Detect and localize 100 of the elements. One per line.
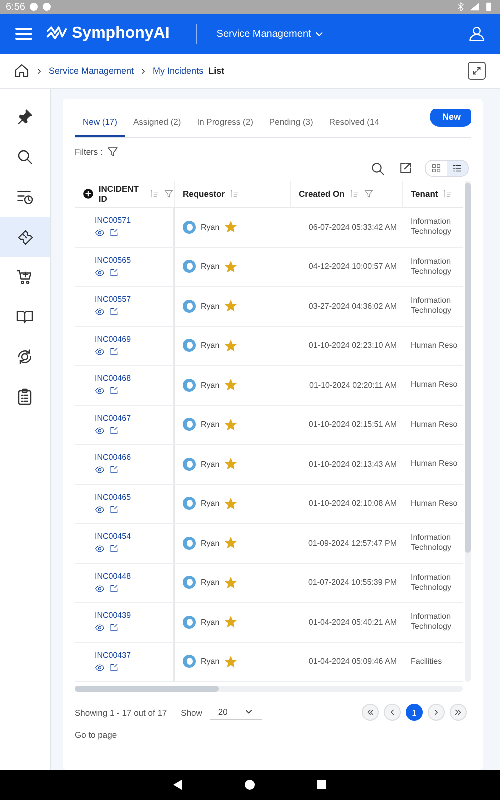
new-button[interactable]: New: [430, 109, 471, 127]
status-tab[interactable]: Pending (3): [261, 109, 322, 137]
requestor-name: Ryan: [201, 657, 220, 666]
incident-link[interactable]: INC00439: [95, 611, 132, 620]
page-button[interactable]: 1: [406, 704, 423, 721]
avatar: [183, 300, 196, 313]
edit-icon: [109, 544, 119, 554]
eye-icon: [95, 623, 105, 634]
book-icon: [16, 308, 34, 326]
star-icon[interactable]: [224, 340, 237, 352]
incident-link[interactable]: INC00469: [95, 334, 132, 344]
column-header[interactable]: Requestor: [175, 181, 291, 208]
tenant-name: Information Technology: [411, 217, 452, 238]
edit-icon: [109, 662, 119, 673]
tenant-name: Information Technology: [411, 256, 452, 277]
search-icon: [370, 160, 386, 176]
avatar: [183, 655, 196, 668]
avatar: [183, 458, 196, 471]
status-tab[interactable]: In Progress (2): [189, 109, 262, 137]
star-icon[interactable]: [224, 656, 237, 668]
requestor-name: Ryan: [201, 341, 220, 350]
expand-button[interactable]: [468, 62, 486, 80]
chevron-icon: [388, 708, 397, 717]
eye-icon: [95, 426, 105, 436]
tenant-name: Information Technology: [411, 612, 452, 632]
avatar: [183, 536, 196, 550]
status-tab[interactable]: Resolved (14: [321, 109, 388, 137]
incident-link[interactable]: INC00437: [95, 650, 132, 660]
incident-link[interactable]: INC00565: [95, 256, 132, 265]
star-icon[interactable]: [224, 498, 237, 510]
avatar: [183, 378, 196, 392]
incident-link[interactable]: INC00571: [95, 216, 132, 226]
incident-link[interactable]: INC00465: [95, 492, 132, 502]
edit-icon: [109, 307, 119, 318]
edit-icon: [109, 228, 119, 238]
user-icon: [468, 25, 486, 43]
created-date: 01-10-2024 02:20:11 AM: [310, 380, 397, 390]
avatar: [183, 220, 196, 234]
cart-icon: [16, 268, 34, 286]
export-icon: [398, 161, 413, 176]
tenant-name: Information Technology: [411, 296, 452, 316]
star-icon[interactable]: [224, 576, 237, 589]
created-date: 01-10-2024 02:10:08 AM: [308, 499, 397, 508]
star-icon[interactable]: [224, 458, 237, 470]
breadcrumb-link[interactable]: My Incidents: [153, 66, 204, 76]
tenant-name: Information Technology: [411, 533, 452, 554]
go-to-page-label: Go to page: [75, 730, 118, 740]
tenant-name: Facilities: [411, 656, 442, 667]
avatar: [183, 339, 196, 352]
column-header[interactable]: Created On: [291, 181, 403, 208]
star-icon[interactable]: [224, 221, 237, 234]
star-icon[interactable]: [224, 300, 237, 312]
avatar: [183, 497, 196, 510]
last-page-button[interactable]: [450, 704, 467, 721]
star-icon[interactable]: [224, 260, 237, 273]
status-tab[interactable]: New (17): [75, 109, 126, 137]
clock: 6:56: [6, 2, 26, 12]
status-tab[interactable]: Assigned (2): [125, 109, 190, 137]
avatar: [183, 418, 196, 432]
requestor-name: Ryan: [201, 460, 220, 469]
home-icon: [14, 63, 30, 79]
incident-link[interactable]: INC00557: [95, 295, 132, 304]
incident-link[interactable]: INC00454: [95, 532, 132, 542]
edit-icon: [109, 623, 119, 634]
first-page-button[interactable]: [362, 704, 379, 721]
tenant-name: Human Reso: [411, 459, 458, 470]
brand-name: SymphonyAI: [72, 25, 170, 43]
recents-icon[interactable]: [316, 779, 328, 791]
star-icon[interactable]: [224, 418, 237, 431]
expand-icon: [472, 66, 482, 76]
incident-link[interactable]: INC00468: [95, 374, 132, 384]
created-date: 01-09-2024 12:57:47 PM: [308, 538, 397, 548]
sort-icon: [350, 189, 360, 199]
eye-icon: [95, 228, 105, 238]
eye-icon: [95, 662, 105, 673]
back-icon[interactable]: [172, 779, 184, 791]
home-icon[interactable]: [244, 779, 256, 791]
module-dropdown[interactable]: Service Management: [216, 28, 326, 40]
created-date: 01-04-2024 05:09:46 AM: [308, 657, 397, 666]
list-view-button[interactable]: [447, 161, 468, 176]
incident-link[interactable]: INC00448: [95, 572, 132, 581]
star-icon[interactable]: [224, 616, 237, 628]
clipboard-icon: [16, 388, 34, 406]
grid-icon: [431, 163, 442, 174]
search-icon: [16, 148, 34, 166]
created-date: 01-10-2024 02:15:51 AM: [308, 420, 397, 430]
breadcrumb-link[interactable]: Service Management: [49, 66, 134, 76]
results-summary: Showing 1 - 17 out of 17: [75, 708, 168, 718]
incident-link[interactable]: INC00466: [95, 453, 132, 462]
list-icon: [452, 163, 463, 174]
scrollbar-thumb[interactable]: [75, 686, 219, 692]
star-icon[interactable]: [224, 379, 237, 392]
requestor-name: Ryan: [201, 222, 220, 232]
edit-icon: [109, 346, 119, 357]
star-icon[interactable]: [224, 537, 237, 550]
incident-link[interactable]: INC00467: [95, 414, 132, 423]
column-header[interactable]: INCIDENT ID: [75, 181, 175, 208]
scrollbar-thumb[interactable]: [465, 183, 471, 553]
requestor-name: Ryan: [201, 302, 220, 311]
edit-icon: [109, 584, 119, 594]
